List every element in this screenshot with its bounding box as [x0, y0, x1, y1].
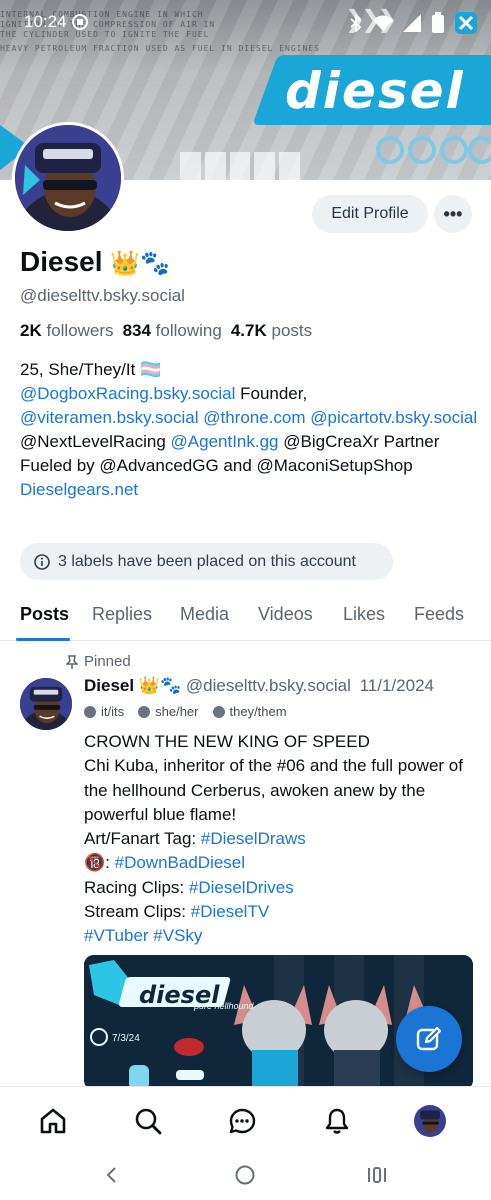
pinned-indicator: Pinned: [66, 653, 131, 670]
banner-blocks: [180, 152, 300, 180]
profile-avatar[interactable]: [12, 122, 124, 234]
chat-icon[interactable]: [226, 1105, 258, 1137]
nsfw-prefix: 🔞:: [84, 853, 110, 873]
post-body: CROWN THE NEW KING OF SPEED Chi Kuba, in…: [84, 730, 479, 949]
profile-handle: @dieselttv.bsky.social: [20, 286, 185, 305]
followers-label: followers: [46, 321, 114, 340]
followers-stat[interactable]: 2K followers: [20, 321, 114, 341]
label-text: they/them: [229, 704, 287, 719]
throne-link[interactable]: @throne.com: [203, 408, 305, 427]
tab-likes[interactable]: Likes: [343, 604, 385, 625]
label-icon: [138, 705, 151, 718]
info-icon: [34, 553, 50, 570]
post-line1: CROWN THE NEW KING OF SPEED: [84, 732, 370, 751]
search-icon[interactable]: [132, 1105, 164, 1137]
status-bar: 10:24: [0, 0, 491, 46]
bio-bigcrea: @BigCreaXr: [283, 432, 379, 451]
tab-replies[interactable]: Replies: [92, 604, 152, 625]
back-icon[interactable]: [97, 1160, 127, 1190]
display-name-text: Diesel: [20, 246, 103, 277]
wifi-icon: [373, 15, 393, 31]
pinned-label: Pinned: [84, 653, 131, 670]
pin-icon: [66, 654, 78, 669]
posts-count: 4.7K: [230, 321, 267, 340]
profile-bio: 25, She/They/It 🏳️‍⚧️ @DogboxRacing.bsky…: [20, 358, 480, 502]
posts-label: posts: [271, 321, 313, 340]
profile-avatar[interactable]: [414, 1105, 446, 1137]
agentink-link[interactable]: @AgentInk.gg: [171, 432, 279, 451]
bluetooth-icon: [350, 14, 362, 32]
racing-prefix: Racing Clips:: [84, 877, 185, 897]
post-author-emoji: 👑🐾: [138, 676, 182, 695]
gears-icon: [376, 136, 491, 164]
bio-partner: Partner: [383, 432, 440, 451]
hashtag-dieseltv[interactable]: #DieselTV: [191, 902, 269, 921]
bio-fueled: Fueled by @AdvancedGG and @MaconiSetupSh…: [20, 456, 413, 475]
system-navigation: [0, 1152, 491, 1200]
compose-icon: [416, 1026, 442, 1051]
notifications-icon[interactable]: [321, 1105, 353, 1137]
home-icon[interactable]: [37, 1105, 69, 1137]
post-author-name[interactable]: Diesel: [84, 676, 134, 695]
display-name: Diesel 👑🐾: [20, 246, 170, 278]
labels-notice-button[interactable]: 3 labels have been placed on this accoun…: [20, 543, 393, 580]
following-count: 834: [122, 321, 151, 340]
label-text: it/its: [101, 704, 125, 719]
signal-icon: [403, 14, 421, 32]
bio-founder: Founder,: [240, 384, 308, 403]
trans-flag-emoji: 🏳️‍⚧️: [140, 360, 162, 379]
image-subtitle: pure hellhound: [194, 1001, 254, 1011]
app-notification-icon: [72, 14, 88, 30]
tab-feeds[interactable]: Feeds: [414, 604, 464, 625]
following-label: following: [155, 321, 222, 340]
post-author-avatar[interactable]: [20, 678, 72, 730]
battery-icon: [432, 12, 444, 33]
home-circle-icon[interactable]: [230, 1160, 260, 1190]
hashtags-vtuber-vsky[interactable]: #VTuber #VSky: [84, 924, 479, 948]
bio-line1: 25, She/They/It: [20, 360, 136, 379]
hashtag-downbaddiesel[interactable]: #DownBadDiesel: [115, 853, 245, 872]
post-header: Diesel 👑🐾 @dieselttv.bsky.social 11/1/20…: [84, 676, 434, 696]
dogbox-link[interactable]: @DogboxRacing.bsky.social: [20, 384, 235, 403]
tab-posts[interactable]: Posts: [20, 604, 69, 625]
label-it-its[interactable]: it/its: [84, 704, 124, 719]
active-tab-indicator: [16, 638, 70, 641]
viteramen-link[interactable]: @viteramen.bsky.social: [20, 408, 199, 427]
label-she-her[interactable]: she/her: [138, 704, 199, 719]
status-time: 10:24: [24, 12, 67, 31]
label-icon: [212, 705, 225, 718]
tab-videos[interactable]: Videos: [258, 604, 313, 625]
image-date: 7/3/24: [112, 1033, 140, 1044]
post-author-handle[interactable]: @dieselttv.bsky.social: [186, 676, 351, 695]
post-labels: it/its she/her they/them: [84, 704, 287, 719]
hashtag-dieseldrives[interactable]: #DieselDrives: [189, 878, 294, 897]
label-they-them[interactable]: they/them: [212, 704, 287, 719]
label-text: she/her: [155, 704, 199, 719]
labels-notice-text: 3 labels have been placed on this accoun…: [58, 552, 356, 570]
dieselgears-link[interactable]: Dieselgears.net: [20, 480, 138, 499]
stream-prefix: Stream Clips:: [84, 902, 187, 922]
art-prefix: Art/Fanart Tag:: [84, 829, 197, 849]
bio-nextlevel: @NextLevelRacing: [20, 432, 166, 451]
banner-logo-text: diesel: [285, 62, 465, 120]
posts-stat: 4.7K posts: [231, 321, 312, 341]
post-date[interactable]: 11/1/2024: [360, 676, 434, 695]
following-stat[interactable]: 834 following: [123, 321, 222, 341]
compose-button[interactable]: [396, 1006, 462, 1072]
profile-stats: 2K followers 834 following 4.7K posts: [20, 321, 312, 341]
display-name-emoji: 👑🐾: [110, 250, 171, 277]
edit-profile-button[interactable]: Edit Profile: [312, 195, 428, 233]
hashtag-dieseldraws[interactable]: #DieselDraws: [201, 829, 306, 848]
picarto-link[interactable]: @picartotv.bsky.social: [310, 408, 477, 427]
post-line2: Chi Kuba, inheritor of the #06 and the f…: [84, 756, 463, 824]
tab-media[interactable]: Media: [180, 604, 229, 625]
label-icon: [84, 705, 96, 718]
followers-count: 2K: [20, 321, 42, 340]
x-social-icon: [455, 12, 477, 34]
profile-tabs: Posts Replies Media Videos Likes Feeds: [0, 595, 491, 641]
more-options-button[interactable]: •••: [434, 195, 472, 233]
recents-icon[interactable]: [362, 1160, 392, 1190]
bottom-navigation: [0, 1086, 491, 1152]
